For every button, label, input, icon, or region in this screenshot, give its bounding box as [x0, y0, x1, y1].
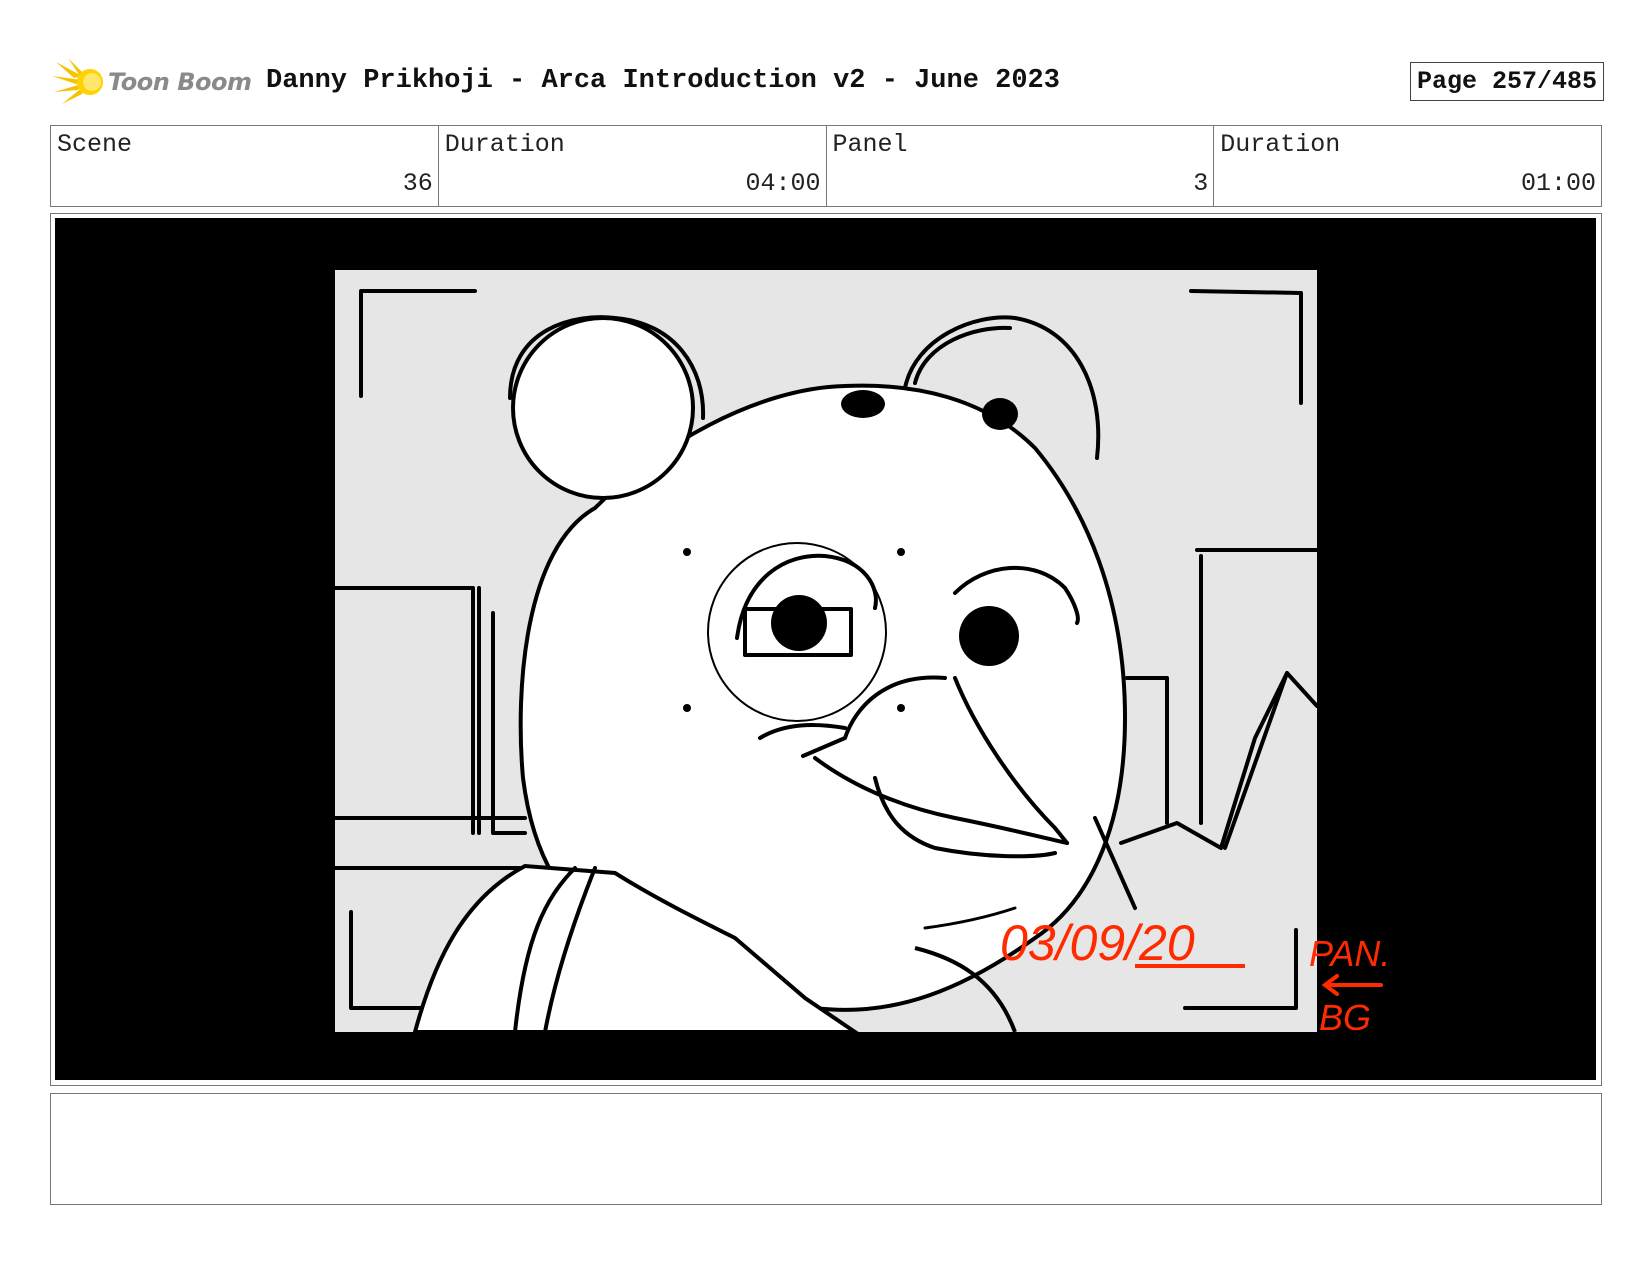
page-header: Toon Boom Danny Prikhoji - Arca Introduc… — [52, 56, 1604, 108]
panel-duration-value: 01:00 — [1520, 169, 1596, 198]
panel-value: 3 — [1193, 169, 1209, 198]
logo-wordmark: Toon Boom — [108, 68, 252, 96]
document-title: Danny Prikhoji - Arca Introduction v2 - … — [266, 66, 1060, 96]
toon-boom-logo: Toon Boom — [52, 56, 252, 108]
scene-duration-label: Duration — [444, 130, 565, 159]
scene-duration-value: 04:00 — [745, 169, 821, 198]
page-number: Page 257/485 — [1409, 62, 1604, 101]
panel-duration-cell: Duration 01:00 — [1214, 126, 1601, 206]
starburst-icon — [52, 58, 103, 104]
storyboard-panel-frame: 03/09/20 PAN. BG — [50, 213, 1602, 1086]
panel-drawing: 03/09/20 PAN. BG — [55, 218, 1596, 1080]
storyboard-panel-image: 03/09/20 PAN. BG — [55, 218, 1596, 1080]
panel-duration-label: Duration — [1220, 130, 1341, 159]
panel-cell: Panel 3 — [827, 126, 1215, 206]
date-annotation: 03/09/20 — [1000, 915, 1195, 971]
scene-label: Scene — [57, 130, 133, 159]
pan-note: PAN. — [1309, 933, 1390, 974]
panel-notes-box — [50, 1093, 1602, 1205]
scene-duration-cell: Duration 04:00 — [439, 126, 827, 206]
scene-info-table: Scene 36 Duration 04:00 Panel 3 Duration… — [50, 125, 1602, 207]
panel-label: Panel — [832, 130, 908, 159]
bg-note: BG — [1319, 997, 1371, 1038]
scene-cell: Scene 36 — [51, 126, 439, 206]
scene-value: 36 — [402, 169, 433, 198]
